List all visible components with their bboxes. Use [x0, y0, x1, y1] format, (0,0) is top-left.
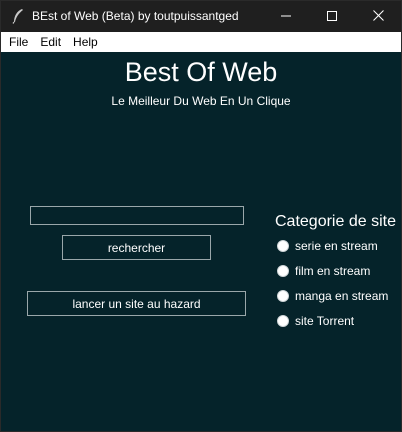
close-button[interactable]	[355, 1, 401, 32]
radio-label: manga en stream	[295, 289, 389, 303]
random-site-button[interactable]: lancer un site au hazard	[27, 291, 246, 316]
search-button[interactable]: rechercher	[62, 235, 211, 260]
radio-label: film en stream	[295, 264, 371, 278]
radio-button[interactable]	[277, 315, 289, 327]
minimize-button[interactable]	[263, 1, 309, 32]
minimize-icon	[281, 8, 291, 26]
category-title: Categorie de site	[275, 213, 396, 230]
radio-button[interactable]	[277, 265, 289, 277]
radio-film-en-stream[interactable]: film en stream	[277, 262, 370, 280]
app-title: Best Of Web	[124, 57, 278, 87]
window-title: BEst of Web (Beta) by toutpuissantged	[32, 9, 239, 23]
close-icon	[372, 8, 384, 26]
radio-label: site Torrent	[295, 314, 355, 328]
menu-help[interactable]: Help	[67, 32, 104, 52]
search-input[interactable]	[30, 206, 244, 225]
radio-label: serie en stream	[295, 239, 378, 253]
menu-bar: File Edit Help	[1, 32, 401, 52]
radio-site-torrent[interactable]: site Torrent	[277, 312, 354, 330]
radio-manga-en-stream[interactable]: manga en stream	[277, 287, 388, 305]
maximize-button[interactable]	[309, 1, 355, 32]
radio-button[interactable]	[277, 290, 289, 302]
menu-edit[interactable]: Edit	[34, 32, 67, 52]
app-window: BEst of Web (Beta) by toutpuissantged Fi…	[0, 0, 402, 432]
feather-icon	[11, 8, 25, 24]
maximize-icon	[327, 8, 337, 26]
radio-button[interactable]	[277, 240, 289, 252]
radio-serie-en-stream[interactable]: serie en stream	[277, 237, 378, 255]
title-bar: BEst of Web (Beta) by toutpuissantged	[1, 1, 401, 32]
app-subtitle: Le Meilleur Du Web En Un Clique	[111, 94, 291, 108]
menu-file[interactable]: File	[1, 32, 34, 52]
